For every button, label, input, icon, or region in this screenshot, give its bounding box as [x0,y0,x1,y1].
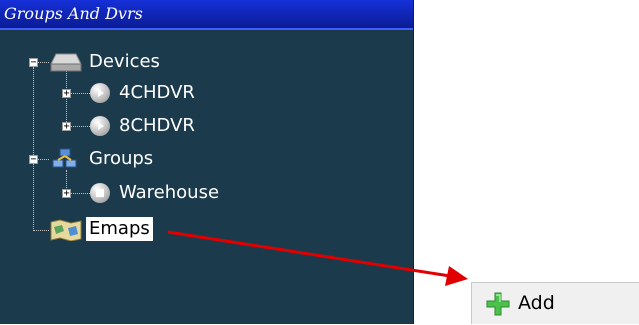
annotation-arrow [167,230,468,286]
add-plus-icon [486,292,510,316]
add-menu-label: Add [518,292,555,314]
add-menu-item[interactable]: Add [472,283,639,325]
context-menu: Add [471,282,639,324]
